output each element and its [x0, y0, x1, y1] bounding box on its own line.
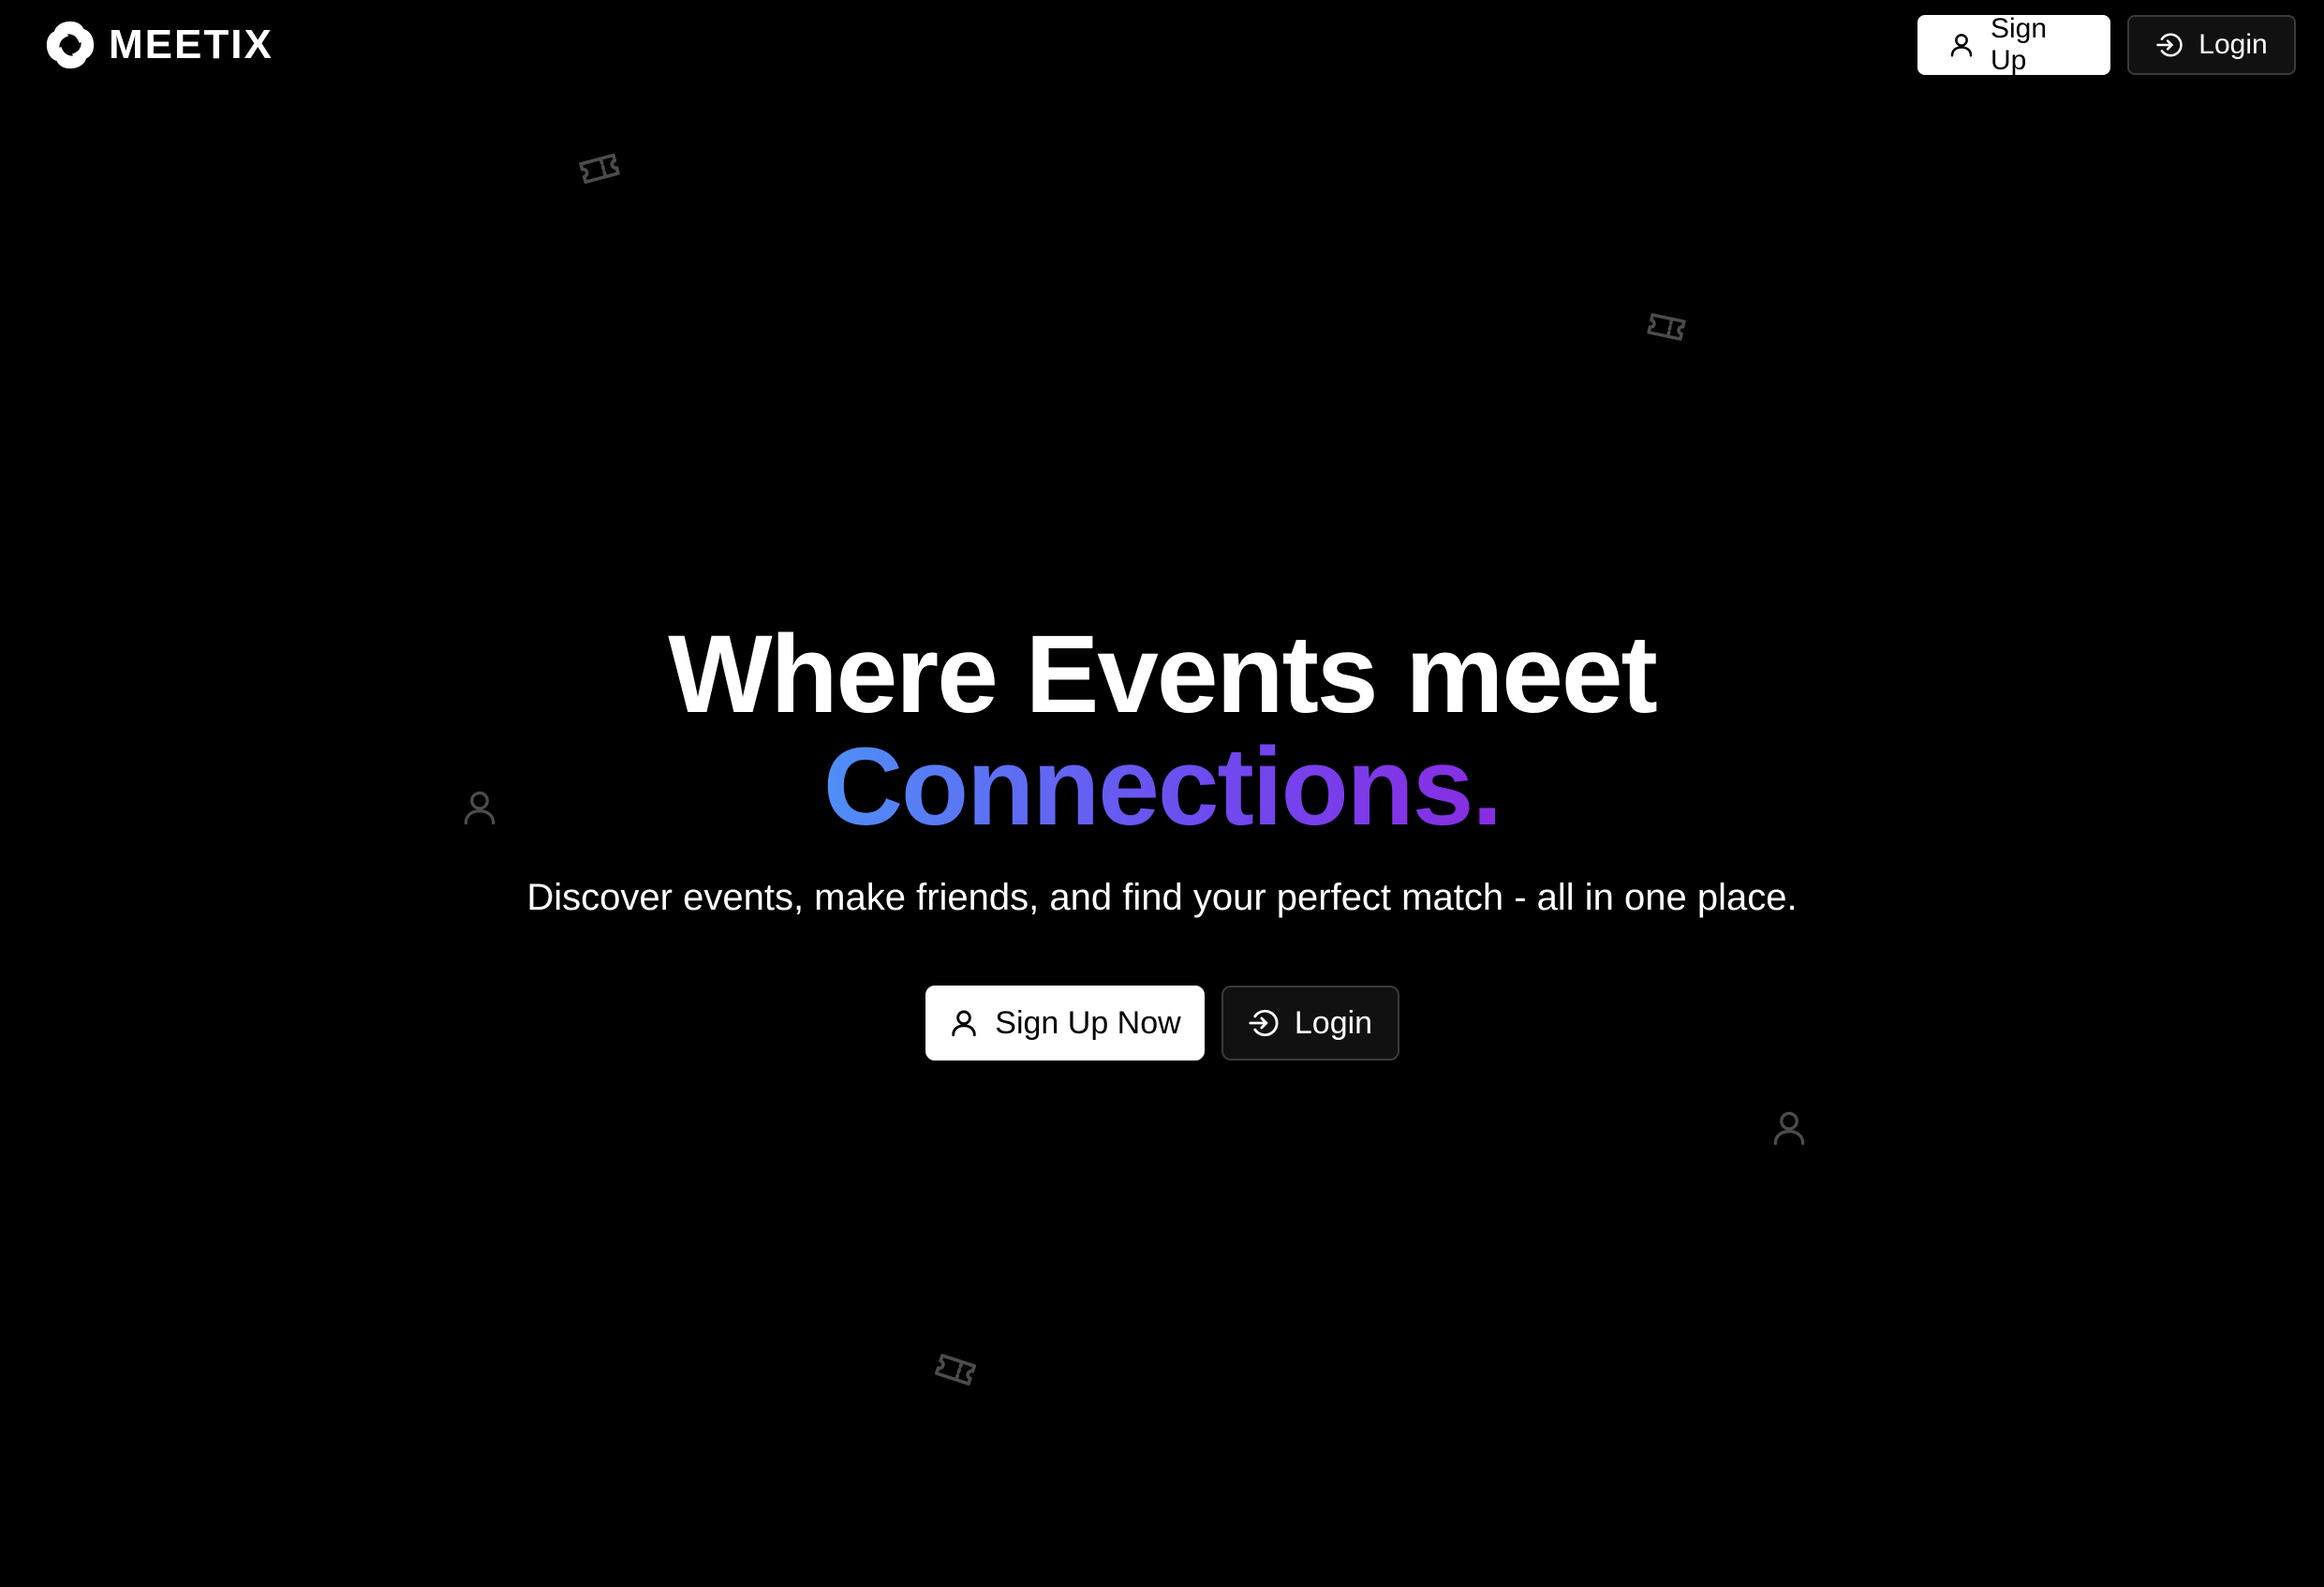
hero-signup-button[interactable]: Sign Up Now: [925, 986, 1205, 1060]
meetix-logo-icon: [46, 21, 95, 69]
hero-subtitle: Discover events, make friends, and find …: [526, 877, 1798, 918]
user-icon: [952, 1010, 977, 1037]
ticket-icon: [1647, 313, 1686, 341]
nav-signup-button[interactable]: Sign Up: [1917, 13, 2110, 76]
nav-actions: Sign Up Login: [1917, 13, 2296, 76]
hero-title-line2: Connections.: [822, 725, 1502, 849]
hero-title: Where Events meet Connections.: [0, 618, 2324, 843]
user-icon: [1773, 1111, 1805, 1146]
nav-login-button[interactable]: Login: [2127, 15, 2296, 75]
ticket-icon: [934, 1354, 977, 1386]
user-icon: [1950, 34, 1973, 57]
top-navbar: MEETIX Sign Up Login: [0, 0, 2324, 94]
brand-name: MEETIX: [109, 22, 274, 67]
nav-signup-label: Sign Up: [1991, 13, 2048, 76]
nav-login-label: Login: [2198, 29, 2268, 60]
ticket-icon: [579, 153, 620, 185]
brand-logo[interactable]: MEETIX: [43, 17, 274, 73]
hero-login-label: Login: [1294, 1004, 1373, 1041]
login-icon: [1249, 1009, 1279, 1037]
login-icon: [2156, 33, 2183, 57]
hero-section: Where Events meet Connections. Discover …: [0, 618, 2324, 1060]
hero-login-button[interactable]: Login: [1221, 986, 1399, 1060]
landing-page: MEETIX Sign Up Login Where Events meet C…: [0, 0, 2324, 1587]
hero-actions: Sign Up Now Login: [0, 986, 2324, 1060]
hero-title-line1: Where Events meet: [668, 613, 1658, 736]
hero-signup-label: Sign Up Now: [995, 1004, 1181, 1041]
